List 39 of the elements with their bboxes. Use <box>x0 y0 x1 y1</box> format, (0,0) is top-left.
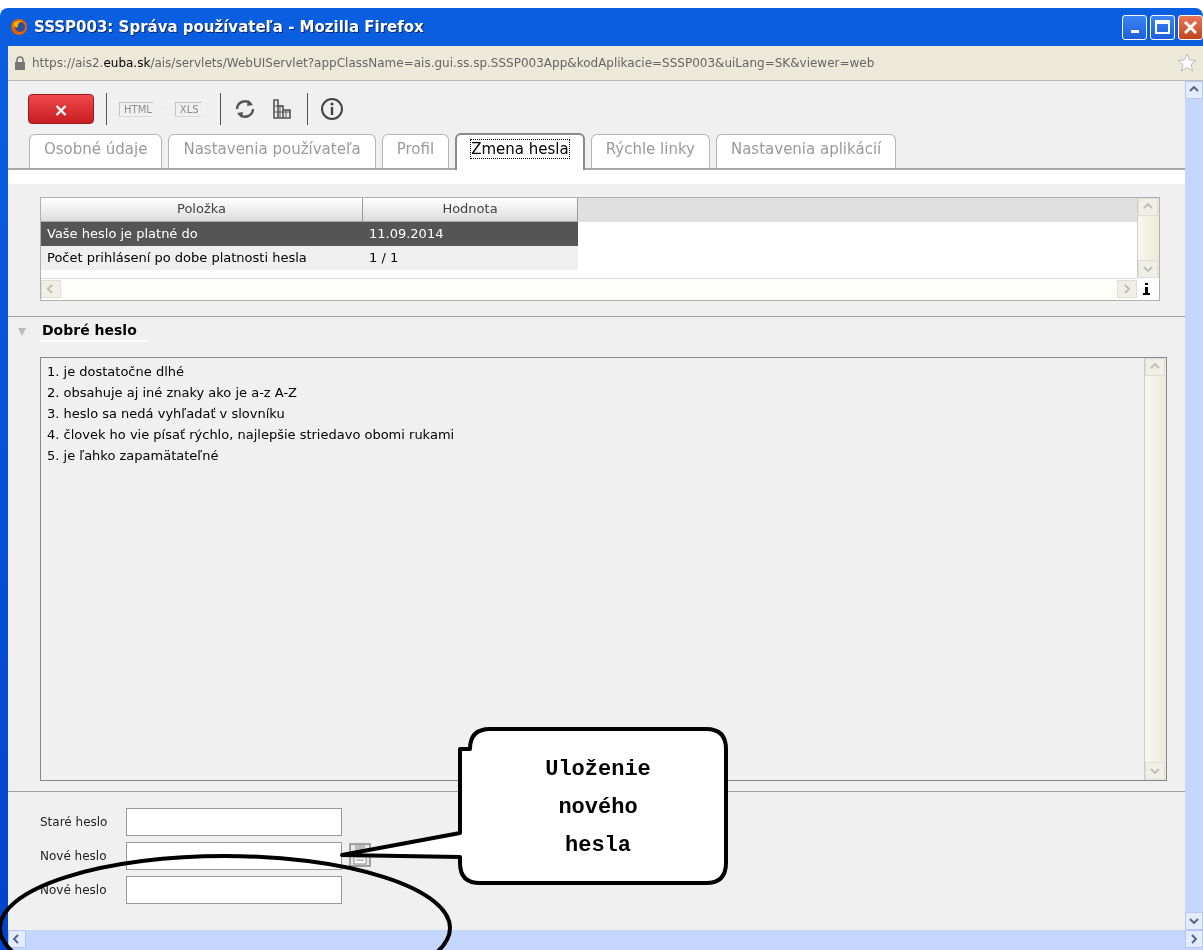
page-scrollbar[interactable] <box>8 930 1203 950</box>
text-line: 1. je dostatočne dlhé <box>47 363 185 381</box>
tab[interactable]: Profil <box>381 134 450 168</box>
window-title: SSSP003: Správa používateľa - Mozilla Firefox <box>34 18 424 36</box>
table-cell: 11.09.2014 <box>363 222 578 246</box>
tab[interactable]: Nastavenia aplikácií <box>715 134 897 168</box>
url-text: https://ais2.euba.sk/ais/servlets/WebUIServlet?appClassName=ais.gui.ss.sp.SSSP003App&kodAplikacie=SSSP003&uiLang=SK&viewer=web <box>32 56 875 70</box>
tab[interactable]: Osobné údaje <box>29 134 163 168</box>
tab[interactable]: Zmena hesla <box>455 133 585 170</box>
bookmark-star-icon[interactable] <box>1177 53 1197 73</box>
field-label: Staré heslo <box>40 815 109 829</box>
column-header[interactable]: Hodnota <box>363 198 578 222</box>
close-window-button[interactable] <box>1178 14 1203 40</box>
address-bar[interactable]: https://ais2.euba.sk/ais/servlets/WebUIServlet?appClassName=ais.gui.ss.sp.SSSP003App&kodAplikacie=SSSP003&uiLang=SK&viewer=web <box>8 46 1203 81</box>
text-line: 3. heslo sa nedá vyhľadať v slovníku <box>47 405 286 423</box>
collapse-triangle-icon[interactable] <box>18 328 26 336</box>
lock-icon <box>14 56 26 70</box>
tab[interactable]: Nastavenia používateľa <box>168 134 376 168</box>
section-title: Dobré heslo <box>40 322 147 342</box>
page-scrollbar[interactable] <box>1185 81 1203 930</box>
table-cell: Vaše heslo je platné do <box>41 222 363 246</box>
text-line: 5. je ľahko zapamätateľné <box>47 447 220 465</box>
minimize-window-button[interactable] <box>1122 14 1147 40</box>
table-cell: Počet prihlásení po dobe platnosti hesla <box>41 246 363 270</box>
close-button[interactable]: × <box>28 94 94 124</box>
info-icon[interactable] <box>319 97 344 121</box>
close-icon <box>1184 20 1197 34</box>
text-line: 2. obsahuje aj iné znaky ako je a-z A-Z <box>47 384 298 402</box>
maximize-icon <box>1155 20 1170 34</box>
browser-logo-icon <box>10 18 28 36</box>
minimize-icon <box>1130 30 1139 33</box>
maximize-window-button[interactable] <box>1150 14 1175 40</box>
column-header[interactable]: Položka <box>41 198 363 222</box>
table-cell: 1 / 1 <box>363 246 578 270</box>
password-field[interactable] <box>126 808 342 836</box>
password-field[interactable] <box>126 876 342 904</box>
tab[interactable]: Rýchle linky <box>590 134 710 168</box>
field-label: Nové heslo <box>40 849 108 863</box>
text-line: 4. človek ho vie písať rýchlo, najlepšie striedavo obomi rukami <box>47 426 456 444</box>
